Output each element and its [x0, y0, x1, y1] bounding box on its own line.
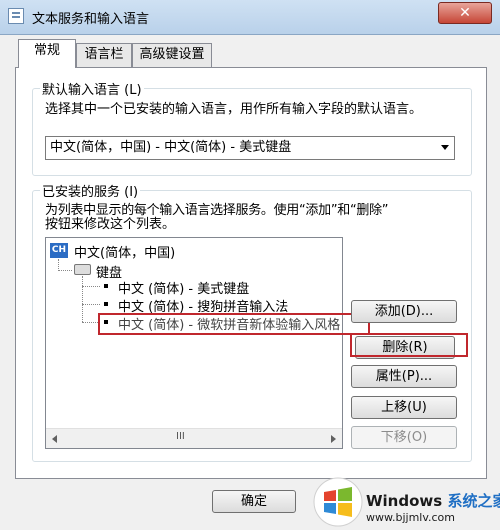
default-language-description: 选择其中一个已安装的输入语言，用作所有输入字段的默认语言。	[45, 102, 423, 117]
bullet-icon	[104, 284, 108, 288]
windows-logo-icon	[313, 477, 363, 527]
tab-advanced-key-settings[interactable]: 高级键设置	[132, 43, 212, 67]
highlight-box-item	[98, 313, 370, 335]
close-button[interactable]: ✕	[438, 2, 492, 24]
tree-item[interactable]: 中文 (简体) - 美式键盘	[118, 278, 249, 297]
scroll-left-icon[interactable]	[52, 435, 57, 443]
tree-language-node[interactable]: 中文(简体，中国)	[74, 242, 175, 261]
default-language-legend: 默认输入语言 (L)	[40, 79, 144, 98]
window-title: 文本服务和输入语言	[32, 12, 150, 27]
add-button[interactable]: 添加(D)...	[351, 300, 457, 323]
tab-language-bar[interactable]: 语言栏	[76, 43, 132, 67]
tab-general[interactable]: 常规	[18, 39, 76, 68]
watermark-brand: Windows 系统之家	[366, 490, 500, 511]
properties-button[interactable]: 属性(P)...	[351, 365, 457, 388]
chevron-down-icon	[441, 145, 449, 150]
tree-connector	[82, 286, 100, 287]
tree-connector	[82, 276, 83, 322]
watermark-url: www.bjjmlv.com	[366, 511, 455, 524]
scroll-thumb[interactable]: III	[176, 431, 185, 442]
language-badge-icon: CH	[50, 243, 68, 258]
scroll-right-icon[interactable]	[331, 435, 336, 443]
bullet-icon	[104, 302, 108, 306]
services-tree[interactable]: CH 中文(简体，中国) 键盘 中文 (简体) - 美式键盘 中文 (简体) -…	[45, 237, 343, 449]
installed-services-legend: 已安装的服务 (I)	[40, 181, 141, 200]
default-language-value: 中文(简体，中国) - 中文(简体) - 美式键盘	[50, 140, 292, 155]
highlight-box-remove	[350, 333, 468, 357]
tree-connector	[82, 304, 100, 305]
move-down-button[interactable]: 下移(O)	[351, 426, 457, 449]
tree-connector	[58, 270, 72, 271]
app-icon	[8, 8, 24, 24]
title-bar: 文本服务和输入语言 ✕	[0, 0, 500, 35]
installed-services-description-2: 按钮来修改这个列表。	[45, 217, 176, 232]
horizontal-scrollbar[interactable]: III	[46, 428, 342, 448]
watermark-brand-suffix: 系统之家	[447, 492, 500, 510]
ok-button[interactable]: 确定	[212, 490, 296, 513]
keyboard-icon	[74, 264, 91, 275]
move-up-button[interactable]: 上移(U)	[351, 396, 457, 419]
watermark-brand-name: Windows	[366, 492, 443, 510]
default-language-select[interactable]: 中文(简体，中国) - 中文(简体) - 美式键盘	[45, 136, 455, 160]
